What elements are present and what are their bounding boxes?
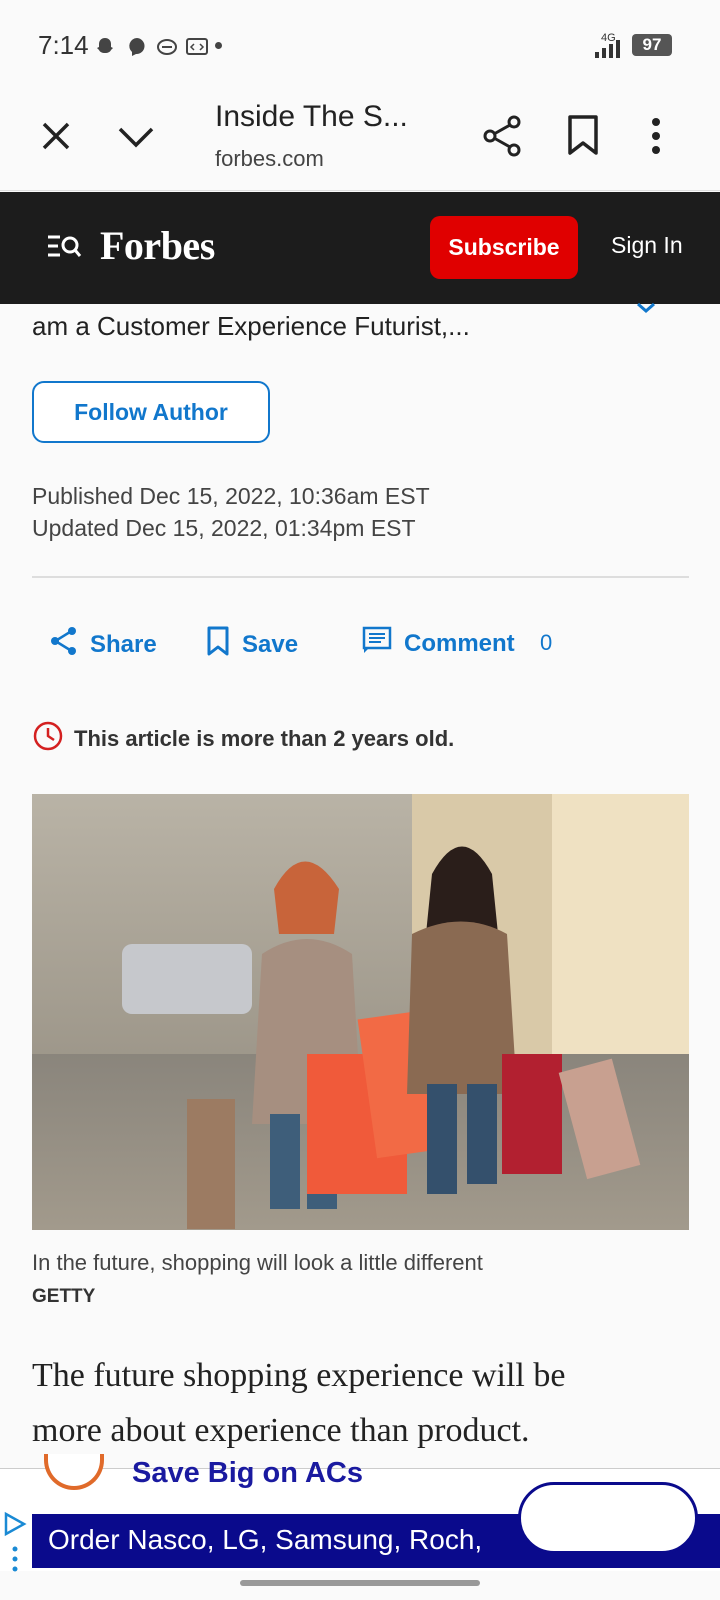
published-date: Published Dec 15, 2022, 10:36am EST — [32, 483, 430, 509]
article-age-notice: This article is more than 2 years old. — [32, 720, 454, 758]
network-label: 4G — [601, 32, 616, 44]
share-icon[interactable] — [482, 114, 524, 158]
comment-label: Comment — [404, 629, 515, 657]
snapchat-icon — [94, 36, 114, 56]
messenger-icon — [126, 36, 146, 56]
ad-cta-button[interactable] — [518, 1482, 698, 1554]
comment-action[interactable]: Comment — [362, 626, 515, 661]
bookmark-icon[interactable] — [566, 114, 600, 156]
menu-search-icon[interactable] — [46, 232, 82, 262]
ad-body-text: Order Nasco, LG, Samsung, Roch, — [48, 1524, 483, 1555]
hero-image[interactable] — [32, 794, 689, 1230]
share-action[interactable]: Share — [50, 626, 157, 663]
body-line: The future shopping experience will be — [32, 1357, 566, 1394]
comment-icon — [362, 626, 392, 661]
share-label: Share — [90, 630, 157, 658]
follow-author-button[interactable]: Follow Author — [32, 381, 270, 443]
save-action[interactable]: Save — [206, 626, 298, 663]
sign-in-link[interactable]: Sign In — [611, 232, 683, 259]
signal-icon: 4G — [593, 32, 623, 65]
image-caption: In the future, shopping will look a litt… — [32, 1250, 483, 1275]
body-line: more about experience than product. — [32, 1412, 530, 1449]
forbes-logo[interactable]: Forbes — [100, 222, 215, 269]
clock-icon — [32, 720, 64, 758]
chevron-down-icon[interactable] — [636, 300, 656, 313]
divider — [32, 576, 689, 578]
home-indicator[interactable] — [240, 1580, 480, 1586]
ad-headline[interactable]: Save Big on ACs — [132, 1457, 363, 1490]
ad-more-icon[interactable] — [12, 1546, 18, 1572]
comment-count: 0 — [540, 630, 553, 655]
page-tab-title: Inside The S... — [215, 100, 408, 133]
battery-icon: 97 — [632, 34, 672, 56]
page-domain: forbes.com — [215, 146, 324, 171]
code-icon — [186, 36, 208, 56]
author-bio: am a Customer Experience Futurist,... — [32, 311, 470, 341]
adchoices-icon[interactable] — [2, 1510, 28, 1540]
image-credit: GETTY — [32, 1286, 96, 1307]
age-notice-text: This article is more than 2 years old. — [74, 726, 455, 751]
bookmark-icon — [206, 626, 230, 663]
status-time: 7:14 — [38, 30, 89, 60]
more-vert-icon[interactable] — [648, 116, 664, 156]
chat-icon — [156, 36, 177, 56]
subscribe-button[interactable]: Subscribe — [430, 216, 578, 279]
article-body: The future shopping experience will be m… — [32, 1348, 692, 1458]
dot-icon — [215, 42, 222, 49]
battery-level: 97 — [642, 35, 662, 54]
updated-date: Updated Dec 15, 2022, 01:34pm EST — [32, 515, 416, 541]
share-icon — [50, 626, 78, 663]
save-label: Save — [242, 630, 299, 658]
close-icon[interactable] — [36, 116, 76, 156]
chevron-down-icon[interactable] — [114, 116, 158, 156]
